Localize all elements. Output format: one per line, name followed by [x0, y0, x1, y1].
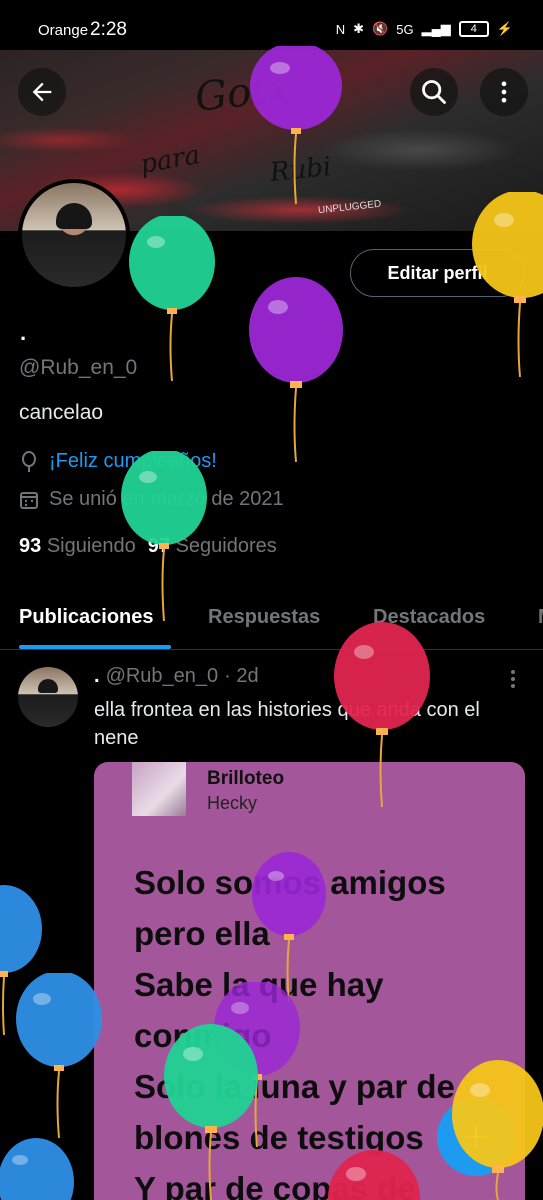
profile-handle: @Rub_en_0 — [19, 356, 138, 379]
back-button[interactable] — [18, 68, 66, 116]
post-more-button[interactable] — [505, 668, 521, 695]
tab-more[interactable]: M — [538, 606, 543, 629]
status-time: 2:28 — [90, 19, 127, 40]
profile-tabs: Publicaciones Respuestas Destacados M — [0, 590, 543, 650]
signal-icon: ▂▄▆ — [421, 21, 451, 36]
song-title: Brilloteo — [207, 768, 285, 789]
post-header: . @Rub_en_0 · 2d — [94, 665, 259, 688]
more-vertical-icon — [501, 81, 507, 103]
nfc-icon: N — [335, 21, 346, 37]
balloon-icon — [121, 451, 207, 621]
balloon-icon — [0, 1138, 74, 1200]
more-button[interactable] — [480, 68, 528, 116]
status-carrier: Orange — [38, 22, 89, 39]
balloon-icon — [328, 1150, 420, 1200]
profile-bio: cancelao — [19, 401, 104, 424]
post-avatar[interactable] — [18, 667, 78, 727]
post-author-handle[interactable]: @Rub_en_0 — [106, 665, 219, 688]
mute-icon: 🔇 — [372, 21, 389, 36]
network-label: 5G — [396, 21, 414, 37]
balloon-icon — [334, 622, 430, 807]
balloon-icon — [249, 277, 343, 462]
display-name: . — [20, 320, 27, 345]
balloon-icon — [16, 973, 102, 1138]
balloon-icon — [250, 46, 342, 205]
post-author-name[interactable]: . — [94, 665, 100, 688]
balloon-icon — [22, 450, 36, 472]
balloon-icon — [252, 852, 326, 1002]
status-icons: N ✱ 🔇 5G ▂▄▆ 4 ⚡ — [336, 21, 513, 37]
status-bar: Orange 2:28 N ✱ 🔇 5G ▂▄▆ 4 ⚡ — [0, 0, 543, 50]
arrow-left-icon — [32, 82, 52, 102]
post-time: · 2d — [224, 665, 259, 687]
post-text: ella frontea en las histories que anda c… — [94, 699, 480, 749]
battery-icon: 4 — [458, 21, 489, 37]
balloon-icon — [452, 1060, 543, 1200]
balloon-icon — [164, 1024, 258, 1200]
active-tab-indicator — [19, 645, 171, 649]
profile-avatar[interactable] — [18, 179, 130, 291]
search-button[interactable] — [410, 68, 458, 116]
balloon-icon — [472, 192, 543, 377]
more-vertical-icon — [511, 670, 515, 688]
following-count: 93 — [19, 535, 42, 557]
charging-icon: ⚡ — [496, 21, 513, 36]
bluetooth-icon: ✱ — [353, 21, 365, 36]
calendar-icon — [20, 491, 38, 509]
tab-respuestas[interactable]: Respuestas — [208, 606, 320, 629]
search-icon — [422, 80, 446, 104]
banner-scrawl: para — [137, 140, 203, 180]
album-art — [132, 762, 186, 816]
song-artist: Hecky — [207, 793, 258, 813]
balloon-icon — [129, 216, 215, 381]
